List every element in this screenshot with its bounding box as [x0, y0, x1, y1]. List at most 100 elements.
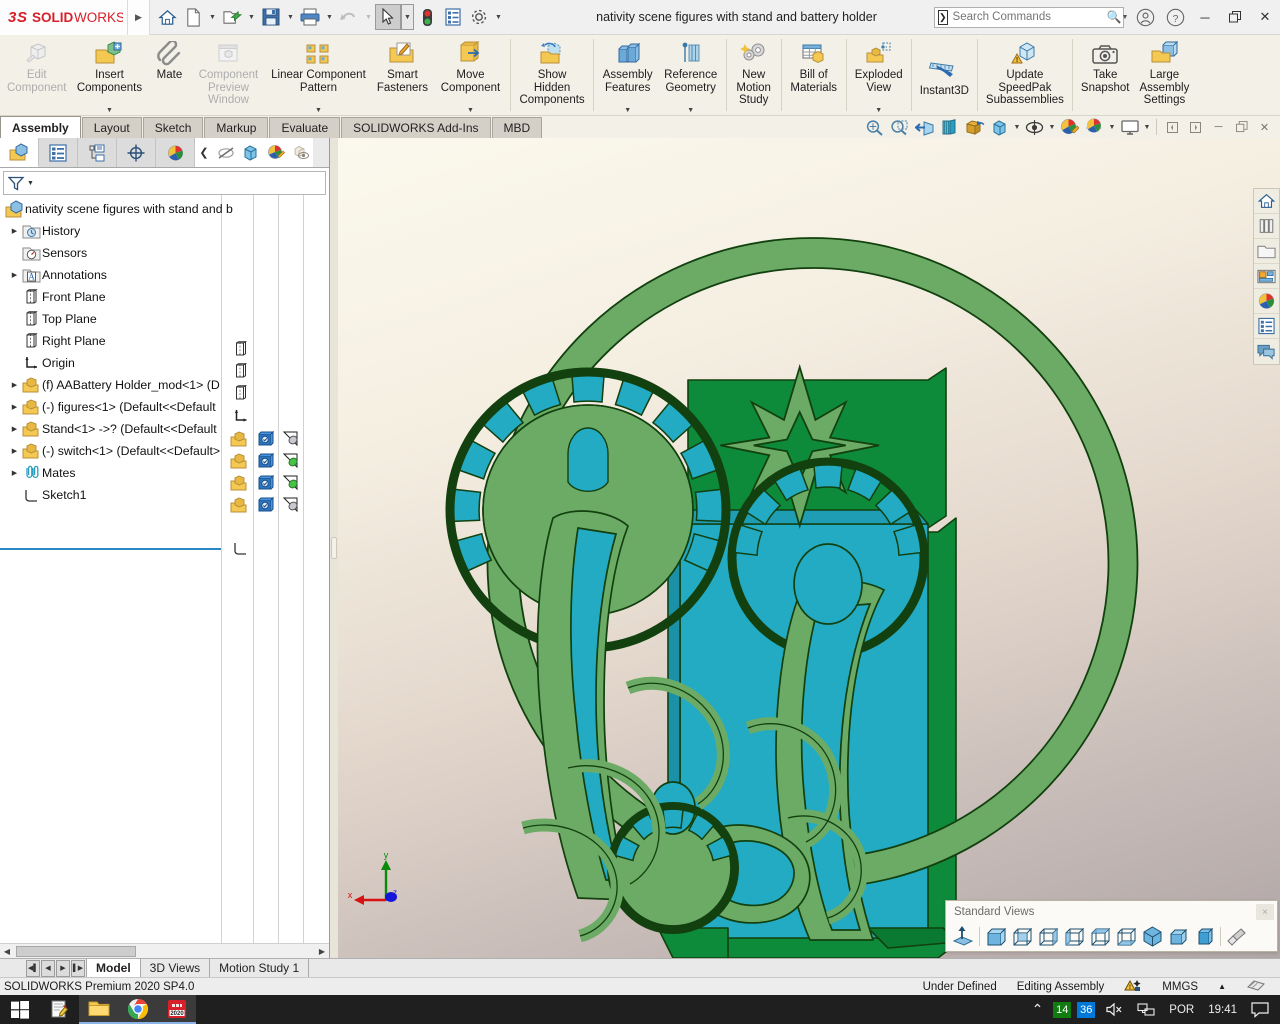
tab-markup[interactable]: Markup: [204, 117, 269, 138]
show-hidden-components-button[interactable]: Show Hidden Components: [514, 35, 589, 115]
move-component-button[interactable]: Move Component ▼: [433, 35, 507, 115]
appearances-icon[interactable]: [263, 138, 288, 167]
close-button[interactable]: ✕: [1250, 0, 1280, 35]
component-preview-window-button[interactable]: Component Preview Window: [191, 35, 265, 115]
display-state-icon[interactable]: [258, 431, 274, 447]
undo-dropdown[interactable]: ▼: [362, 4, 375, 30]
first-tab-button[interactable]: ◀▌: [26, 959, 40, 977]
appearances-sphere-icon[interactable]: [1254, 289, 1279, 314]
last-tab-button[interactable]: ▌▶: [71, 959, 85, 977]
tree-filter-bar[interactable]: ▼: [3, 171, 326, 195]
chevron-down-icon[interactable]: ▼: [624, 107, 631, 114]
edit-appearance-icon[interactable]: [1082, 116, 1107, 138]
expand-arrow-icon[interactable]: ▶: [8, 271, 21, 279]
bottom-tab-3d-views[interactable]: 3D Views: [140, 959, 211, 977]
back-view-icon[interactable]: [1009, 924, 1035, 949]
file-explorer-icon[interactable]: [79, 995, 118, 1024]
tree-node-component[interactable]: ▶ (f) AABattery Holder_mod<1> (D: [0, 374, 329, 396]
dimetric-view-icon[interactable]: [1191, 924, 1217, 949]
tree-node-sketch[interactable]: Sketch1: [0, 484, 329, 506]
display-style-icon[interactable]: [987, 116, 1012, 138]
document-close-button[interactable]: ✕: [1253, 116, 1276, 138]
tree-horizontal-scrollbar[interactable]: ◀ ▶: [0, 943, 329, 958]
new-motion-study-button[interactable]: New Motion Study: [730, 35, 778, 115]
tree-node-top-plane[interactable]: Top Plane: [0, 308, 329, 330]
bottom-tab-motion-study[interactable]: Motion Study 1: [210, 959, 310, 977]
display-state-icon[interactable]: [258, 453, 274, 469]
large-assembly-settings-button[interactable]: Large Assembly Settings: [1135, 35, 1195, 115]
tree-node-component[interactable]: ▶ (-) switch<1> (Default<<Default>: [0, 440, 329, 462]
display-style-dropdown[interactable]: ▼: [1012, 116, 1022, 138]
tree-node-right-plane[interactable]: Right Plane: [0, 330, 329, 352]
hide-show-items-dropdown[interactable]: ▼: [1047, 116, 1057, 138]
expand-arrow-icon[interactable]: ▶: [8, 447, 21, 455]
take-snapshot-button[interactable]: Take Snapshot: [1076, 35, 1135, 115]
section-view-icon[interactable]: [937, 116, 962, 138]
network-icon[interactable]: [1130, 995, 1162, 1024]
bottom-view-icon[interactable]: [1113, 924, 1139, 949]
appearance-swatch-icon[interactable]: [283, 453, 300, 470]
save-icon[interactable]: [258, 4, 284, 30]
graphics-viewport[interactable]: y x z Standard Views ×: [338, 138, 1280, 958]
notepad-icon[interactable]: [40, 995, 79, 1024]
hide-show-items-icon[interactable]: [1022, 116, 1047, 138]
tree-node-mates[interactable]: ▶ Mates: [0, 462, 329, 484]
undo-icon[interactable]: [336, 4, 362, 30]
search-dropdown-icon[interactable]: ▼: [1122, 14, 1129, 21]
chrome-icon[interactable]: [118, 995, 157, 1024]
view-orientation-icon[interactable]: [962, 116, 987, 138]
search-input[interactable]: [947, 11, 1107, 23]
search-commands-box[interactable]: ❯ 🔍 ▼: [934, 6, 1128, 28]
appearances-library-icon[interactable]: [1254, 214, 1279, 239]
smart-fasteners-button[interactable]: Smart Fasteners: [371, 35, 433, 115]
tray-badge-green[interactable]: 14: [1053, 1001, 1072, 1018]
scroll-thumb[interactable]: [16, 945, 136, 957]
appearance-swatch-icon[interactable]: [283, 497, 300, 514]
zoom-to-fit-icon[interactable]: [862, 116, 887, 138]
appearance-swatch-icon[interactable]: [283, 431, 300, 448]
viewport-layout-dropdown[interactable]: ▼: [1142, 116, 1152, 138]
save-dropdown[interactable]: ▼: [284, 4, 297, 30]
rebuild-warning-icon[interactable]: !: [1114, 978, 1152, 996]
trimetric-view-icon[interactable]: [1165, 924, 1191, 949]
tab-solidworks-add-ins[interactable]: SOLIDWORKS Add-Ins: [341, 117, 491, 138]
appearance-swatch-icon[interactable]: [283, 475, 300, 492]
custom-properties-icon[interactable]: [1254, 314, 1279, 339]
options-gear-icon[interactable]: [466, 4, 492, 30]
file-explorer-icon[interactable]: [1254, 239, 1279, 264]
expand-arrow-icon[interactable]: ▶: [8, 381, 21, 389]
tab-evaluate[interactable]: Evaluate: [269, 117, 341, 138]
splitter-grip[interactable]: [331, 537, 337, 559]
zoom-to-area-icon[interactable]: [887, 116, 912, 138]
markup-comment-icon[interactable]: [1254, 339, 1279, 364]
language-indicator[interactable]: POR: [1162, 995, 1201, 1024]
display-manager-tab[interactable]: [156, 138, 195, 167]
normal-to-icon[interactable]: [950, 924, 976, 949]
expand-arrow-icon[interactable]: ▶: [8, 425, 21, 433]
view-mode-icon[interactable]: [288, 138, 313, 167]
select-cursor-icon[interactable]: [375, 4, 401, 30]
viewport-layout-icon[interactable]: [1117, 116, 1142, 138]
view-palette-icon[interactable]: [1254, 264, 1279, 289]
open-document-icon[interactable]: [219, 4, 245, 30]
view-selector-icon[interactable]: [1224, 924, 1250, 949]
display-overlay-icon[interactable]: [1236, 978, 1276, 995]
file-properties-icon[interactable]: [440, 4, 466, 30]
bottom-tab-model[interactable]: Model: [86, 959, 141, 977]
tray-expand-chevron-icon[interactable]: ⌃: [1025, 995, 1051, 1024]
prev-window-button[interactable]: [1161, 116, 1184, 138]
right-view-icon[interactable]: [1061, 924, 1087, 949]
clock[interactable]: 19:41: [1201, 995, 1244, 1024]
notification-icon[interactable]: [1244, 995, 1276, 1024]
select-dropdown[interactable]: ▼: [401, 4, 414, 30]
previous-view-icon[interactable]: [912, 116, 937, 138]
new-document-dropdown[interactable]: ▼: [206, 4, 219, 30]
exploded-view-button[interactable]: Exploded View ▼: [850, 35, 908, 115]
hide-all-types-icon[interactable]: [213, 138, 238, 167]
dimxpert-manager-tab[interactable]: [117, 138, 156, 167]
tab-layout[interactable]: Layout: [81, 117, 142, 138]
expand-arrow-icon[interactable]: ▶: [8, 403, 21, 411]
update-speedpak-button[interactable]: ! Update SpeedPak Subassemblies: [981, 35, 1069, 115]
isometric-view-icon[interactable]: [1139, 924, 1165, 949]
windows-start-icon[interactable]: [0, 995, 40, 1024]
